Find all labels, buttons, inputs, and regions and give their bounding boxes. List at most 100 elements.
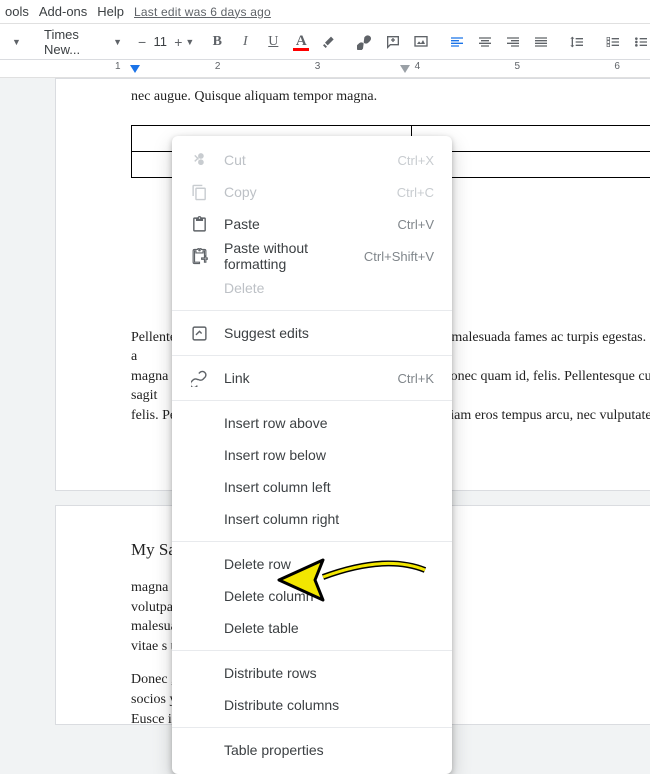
ctx-link[interactable]: Link Ctrl+K bbox=[172, 362, 452, 394]
menu-help[interactable]: Help bbox=[97, 4, 124, 19]
ctx-divider bbox=[172, 727, 452, 728]
ctx-item-label: Insert row above bbox=[224, 415, 434, 431]
ctx-item-label: Table properties bbox=[224, 742, 434, 758]
ctx-item-label: Insert column left bbox=[224, 479, 434, 495]
ruler-mark: 3 bbox=[315, 61, 321, 77]
ctx-item-label: Delete table bbox=[224, 620, 434, 636]
blank-icon bbox=[190, 478, 208, 496]
ctx-divider bbox=[172, 650, 452, 651]
ctx-delete-column[interactable]: Delete column bbox=[172, 580, 452, 612]
font-size-value[interactable]: 11 bbox=[146, 34, 174, 49]
highlight-button[interactable] bbox=[316, 29, 342, 55]
font-family-select[interactable]: Times New... ▼ bbox=[38, 29, 128, 55]
ruler-mark: 2 bbox=[215, 61, 221, 77]
ctx-delete-table[interactable]: Delete table bbox=[172, 612, 452, 644]
insert-link-button[interactable] bbox=[352, 29, 378, 55]
blank-icon bbox=[190, 619, 208, 637]
add-comment-button[interactable] bbox=[380, 29, 406, 55]
ctx-insert-col-right[interactable]: Insert column right bbox=[172, 503, 452, 535]
ctx-distribute-columns[interactable]: Distribute columns bbox=[172, 689, 452, 721]
link-icon bbox=[190, 369, 208, 387]
doc-text[interactable]: nec augue. Quisque aliquam tempor magna. bbox=[56, 79, 650, 107]
blank-icon bbox=[190, 741, 208, 759]
ctx-insert-row-above[interactable]: Insert row above bbox=[172, 407, 452, 439]
last-edit-info[interactable]: Last edit was 6 days ago bbox=[134, 5, 271, 19]
ctx-distribute-rows[interactable]: Distribute rows bbox=[172, 657, 452, 689]
toolbar-more-icon[interactable]: ▼ bbox=[2, 29, 28, 55]
ctx-delete-row[interactable]: Delete row bbox=[172, 548, 452, 580]
blank-icon bbox=[190, 510, 208, 528]
ctx-item-label: Insert column right bbox=[224, 511, 434, 527]
ctx-item-label: Paste without formatting bbox=[224, 240, 348, 272]
paste-icon bbox=[190, 215, 208, 233]
ruler-mark: 5 bbox=[515, 61, 521, 77]
ctx-item-label: Delete column bbox=[224, 588, 434, 604]
paste-plain-icon bbox=[190, 247, 208, 265]
underline-button[interactable]: U bbox=[260, 29, 286, 55]
ctx-item-label: Delete bbox=[224, 280, 434, 296]
ctx-item-label: Suggest edits bbox=[224, 325, 434, 341]
ctx-item-shortcut: Ctrl+V bbox=[398, 217, 434, 232]
ctx-copy: Copy Ctrl+C bbox=[172, 176, 452, 208]
cut-icon bbox=[190, 151, 208, 169]
indent-marker-right[interactable] bbox=[400, 65, 410, 73]
ctx-divider bbox=[172, 355, 452, 356]
ctx-item-shortcut: Ctrl+Shift+V bbox=[364, 249, 434, 264]
font-family-value: Times New... bbox=[44, 27, 110, 57]
ctx-item-shortcut: Ctrl+C bbox=[397, 185, 434, 200]
ctx-item-label: Distribute rows bbox=[224, 665, 434, 681]
plus-icon[interactable]: + bbox=[174, 34, 182, 50]
ruler: 1 2 3 4 5 6 bbox=[0, 60, 650, 78]
indent-marker-left[interactable] bbox=[130, 65, 140, 73]
blank-icon bbox=[190, 587, 208, 605]
toolbar: ▼ Times New... ▼ − 11 + ▼ B I U A bbox=[0, 24, 650, 60]
ctx-item-label: Paste bbox=[224, 216, 382, 232]
ctx-delete: Delete bbox=[172, 272, 452, 304]
ctx-insert-col-left[interactable]: Insert column left bbox=[172, 471, 452, 503]
blank-icon bbox=[190, 414, 208, 432]
ctx-divider bbox=[172, 400, 452, 401]
ctx-insert-row-below[interactable]: Insert row below bbox=[172, 439, 452, 471]
ruler-mark: 1 bbox=[115, 61, 121, 77]
menubar: ools Add-ons Help Last edit was 6 days a… bbox=[0, 0, 650, 24]
ctx-item-label: Insert row below bbox=[224, 447, 434, 463]
align-justify-button[interactable] bbox=[528, 29, 554, 55]
checklist-button[interactable] bbox=[600, 29, 626, 55]
ctx-item-label: Cut bbox=[224, 152, 382, 168]
ctx-paste[interactable]: Paste Ctrl+V bbox=[172, 208, 452, 240]
copy-icon bbox=[190, 183, 208, 201]
align-right-button[interactable] bbox=[500, 29, 526, 55]
ctx-paste-without-formatting[interactable]: Paste without formatting Ctrl+Shift+V bbox=[172, 240, 452, 272]
ctx-item-shortcut: Ctrl+K bbox=[398, 371, 434, 386]
align-left-button[interactable] bbox=[444, 29, 470, 55]
menu-tools[interactable]: ools bbox=[5, 4, 29, 19]
suggest-icon bbox=[190, 324, 208, 342]
ctx-divider bbox=[172, 541, 452, 542]
font-size-group[interactable]: − 11 + ▼ bbox=[138, 34, 194, 50]
ctx-divider bbox=[172, 310, 452, 311]
align-center-button[interactable] bbox=[472, 29, 498, 55]
ctx-item-label: Link bbox=[224, 370, 382, 386]
chevron-down-icon: ▼ bbox=[185, 37, 194, 47]
blank-icon bbox=[190, 555, 208, 573]
blank-icon bbox=[190, 279, 208, 297]
ctx-suggest-edits[interactable]: Suggest edits bbox=[172, 317, 452, 349]
italic-button[interactable]: I bbox=[232, 29, 258, 55]
ruler-mark: 6 bbox=[614, 61, 620, 77]
insert-image-button[interactable] bbox=[408, 29, 434, 55]
minus-icon[interactable]: − bbox=[138, 34, 146, 50]
ctx-table-properties[interactable]: Table properties bbox=[172, 734, 452, 766]
bullet-list-button[interactable] bbox=[628, 29, 650, 55]
blank-icon bbox=[190, 446, 208, 464]
ctx-item-label: Copy bbox=[224, 184, 381, 200]
blank-icon bbox=[190, 696, 208, 714]
blank-icon bbox=[190, 664, 208, 682]
context-menu: Cut Ctrl+X Copy Ctrl+C Paste Ctrl+V Past… bbox=[172, 136, 452, 774]
line-spacing-button[interactable] bbox=[564, 29, 590, 55]
menu-addons[interactable]: Add-ons bbox=[39, 4, 87, 19]
ctx-item-label: Distribute columns bbox=[224, 697, 434, 713]
ruler-mark: 4 bbox=[415, 61, 421, 77]
text-color-button[interactable]: A bbox=[288, 29, 314, 55]
bold-button[interactable]: B bbox=[204, 29, 230, 55]
ctx-item-shortcut: Ctrl+X bbox=[398, 153, 434, 168]
